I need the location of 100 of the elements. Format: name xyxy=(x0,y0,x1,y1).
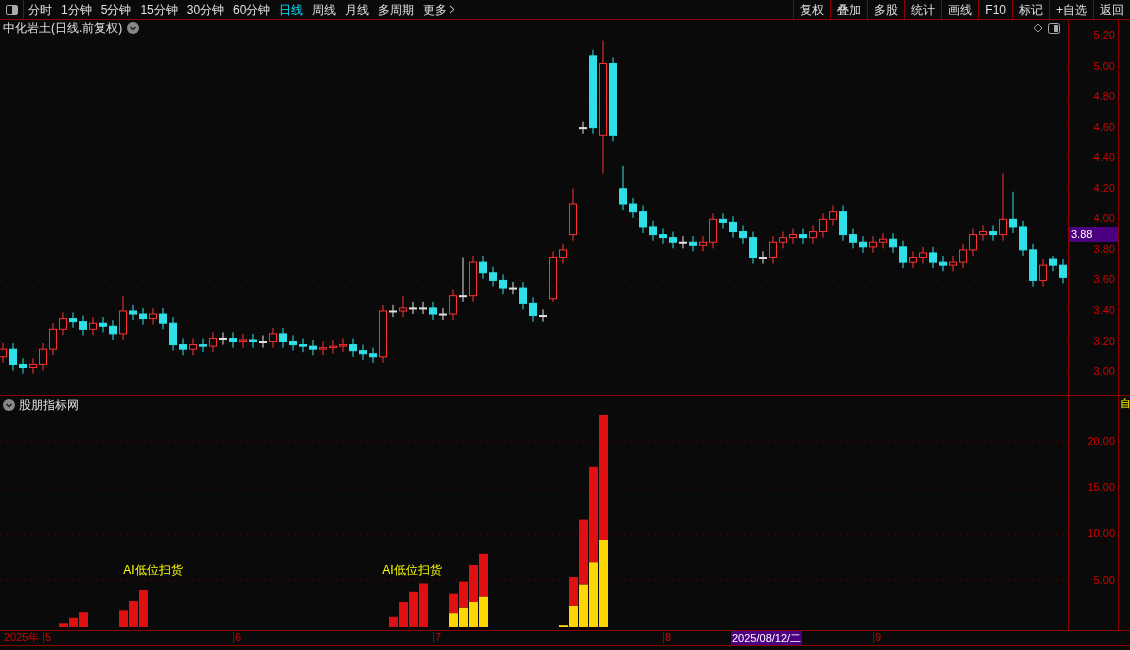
candle xyxy=(809,224,817,245)
axis-label: 20.00 xyxy=(1086,435,1115,447)
toolbar-button[interactable]: +自选 xyxy=(1050,0,1094,19)
candle xyxy=(519,281,527,310)
candle xyxy=(299,338,307,353)
side-label: 自 xyxy=(1119,396,1130,410)
chart-title: 中化岩土(日线.前复权) xyxy=(3,20,123,37)
candle xyxy=(1019,220,1027,257)
candle xyxy=(239,333,247,349)
indicator-bar xyxy=(419,583,428,627)
diamond-icon[interactable] xyxy=(1033,23,1043,33)
month-label: 8 xyxy=(663,632,672,643)
candle xyxy=(979,224,987,242)
cursor-date: 2025/08/12/二 xyxy=(731,631,803,645)
dropdown-icon[interactable] xyxy=(127,22,140,34)
axis-label: 3.80 xyxy=(1092,243,1115,255)
toolbar-button[interactable]: 多股 xyxy=(868,0,906,19)
candle xyxy=(319,341,327,356)
candle xyxy=(89,316,97,336)
candle xyxy=(39,342,47,372)
candle xyxy=(329,339,337,355)
candle xyxy=(69,312,77,329)
candle xyxy=(259,334,267,349)
candle xyxy=(79,315,87,336)
candle xyxy=(439,307,447,321)
toolbar-button[interactable]: 统计 xyxy=(905,0,943,19)
candle xyxy=(729,215,737,239)
period-tab[interactable]: 日线 xyxy=(279,0,304,19)
candle xyxy=(969,228,977,257)
candle xyxy=(949,255,957,272)
candle xyxy=(429,301,437,321)
axis-label: 3.60 xyxy=(1092,274,1115,286)
axis-label: 5.00 xyxy=(1092,574,1115,586)
candle xyxy=(489,266,497,288)
month-label: 9 xyxy=(873,632,882,643)
candle xyxy=(959,243,967,269)
candle xyxy=(989,224,997,242)
candle xyxy=(899,240,907,269)
candle xyxy=(689,235,697,252)
candle xyxy=(889,232,897,254)
toolbar-button[interactable]: 标记 xyxy=(1013,0,1050,19)
period-tab[interactable]: 月线 xyxy=(345,0,370,19)
toolbar-button[interactable]: 复权 xyxy=(794,0,832,19)
toolbar-button[interactable]: 返回 xyxy=(1094,0,1130,19)
toolbar-button[interactable]: F10 xyxy=(979,0,1013,19)
candle xyxy=(469,255,477,303)
candle xyxy=(309,339,317,356)
period-tab[interactable]: 60分钟 xyxy=(233,0,271,19)
candle xyxy=(829,205,837,226)
candle xyxy=(19,357,27,375)
axis-label: 4.80 xyxy=(1092,91,1115,103)
candle xyxy=(799,228,807,245)
candle xyxy=(879,232,887,249)
candle xyxy=(849,228,857,249)
candle xyxy=(509,281,517,295)
axis-label: 4.20 xyxy=(1092,182,1115,194)
indicator-bar xyxy=(459,581,468,608)
axis-label: 10.00 xyxy=(1086,528,1115,540)
candle xyxy=(479,255,487,280)
candle xyxy=(869,235,877,254)
panel-toggle-icon[interactable] xyxy=(1048,22,1060,34)
candle xyxy=(859,235,867,254)
candle xyxy=(369,347,377,364)
candle xyxy=(399,295,407,318)
candle xyxy=(619,165,627,211)
month-label: 6 xyxy=(233,632,242,643)
candle xyxy=(249,333,257,349)
candle xyxy=(409,301,417,315)
period-tab[interactable]: 分时 xyxy=(28,0,52,19)
axis-label: 5.00 xyxy=(1092,60,1115,72)
period-tab[interactable]: 15分钟 xyxy=(140,0,178,19)
chevron-right-icon xyxy=(449,5,456,14)
current-price-tag: 3.88 xyxy=(1069,227,1118,242)
dropdown-icon[interactable] xyxy=(3,399,15,411)
candle xyxy=(769,235,777,265)
candle xyxy=(219,331,227,346)
axis-label: 4.40 xyxy=(1092,152,1115,164)
candle xyxy=(569,188,577,242)
period-tab[interactable]: 周线 xyxy=(312,0,337,19)
toolbar-button[interactable]: 叠加 xyxy=(831,0,869,19)
period-tab[interactable]: 5分钟 xyxy=(100,0,132,19)
year-label: 2025年 xyxy=(4,632,40,643)
candle xyxy=(679,235,687,249)
candle xyxy=(549,250,557,303)
candle xyxy=(359,344,367,361)
candle xyxy=(579,121,587,135)
toolbar-button[interactable]: 画线 xyxy=(942,0,980,19)
more-button[interactable]: 更多 xyxy=(423,0,456,19)
period-tab[interactable]: 多周期 xyxy=(378,0,415,19)
period-tab[interactable]: 1分钟 xyxy=(61,0,92,19)
candle xyxy=(499,273,507,295)
candle xyxy=(929,246,937,269)
period-tab[interactable]: 30分钟 xyxy=(186,0,225,19)
candle xyxy=(659,228,667,245)
candle xyxy=(379,304,387,364)
candle xyxy=(289,334,297,352)
indicator-bar xyxy=(479,596,488,627)
axis-label: 15.00 xyxy=(1086,482,1115,494)
axis-label: 5.20 xyxy=(1092,30,1115,41)
candle xyxy=(149,307,157,326)
